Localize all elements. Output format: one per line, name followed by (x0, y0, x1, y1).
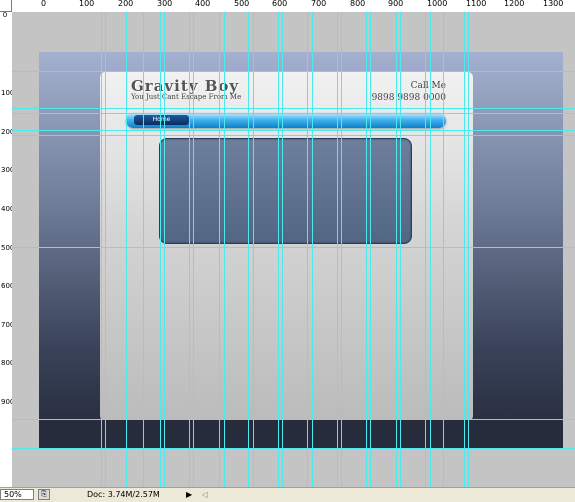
page-icon: ⎘ (41, 490, 47, 498)
guide-line[interactable] (12, 448, 575, 449)
guide-line[interactable] (443, 12, 444, 487)
ruler-label: 400 (195, 0, 211, 8)
guide-line[interactable] (366, 12, 367, 487)
ruler-label: 0 (2, 12, 8, 19)
guide-line[interactable] (105, 12, 106, 487)
guide-line[interactable] (160, 12, 161, 487)
zoom-field[interactable]: 50% (0, 489, 34, 500)
guide-line[interactable] (12, 130, 575, 131)
ruler-label: 1100 (466, 0, 487, 8)
ruler-label: 1000 (427, 0, 448, 8)
ruler-label: 1300 (543, 0, 564, 8)
call-label: Call Me (410, 81, 446, 91)
ruler-label: 500 (234, 0, 250, 8)
guide-line[interactable] (12, 113, 575, 114)
guide-line[interactable] (425, 12, 426, 487)
ruler-label: 100 (79, 0, 95, 8)
document-artboard[interactable]: Gravity Boy You Just Cant Escape From Me… (39, 52, 563, 449)
guide-line[interactable] (101, 12, 102, 487)
guide-line[interactable] (12, 135, 575, 136)
ruler-label: 700 (1, 321, 12, 329)
guide-line[interactable] (248, 12, 249, 487)
ruler-label: 1200 (504, 0, 525, 8)
ruler-origin[interactable] (0, 0, 12, 12)
guide-line[interactable] (370, 12, 371, 487)
guide-line[interactable] (341, 12, 342, 487)
guide-line[interactable] (396, 12, 397, 487)
page-footer (39, 420, 563, 449)
guide-line[interactable] (126, 12, 127, 487)
guide-line[interactable] (253, 12, 254, 487)
canvas-area[interactable]: Gravity Boy You Just Cant Escape From Me… (12, 12, 575, 487)
guide-line[interactable] (12, 71, 575, 72)
ruler-label: 500 (1, 244, 12, 252)
guide-line[interactable] (189, 12, 190, 487)
guide-line[interactable] (12, 108, 575, 109)
ruler-label: 300 (1, 166, 12, 174)
guide-line[interactable] (400, 12, 401, 487)
guide-line[interactable] (12, 419, 575, 420)
guide-line[interactable] (278, 12, 279, 487)
navigator-button[interactable]: ⎘ (38, 489, 50, 500)
scroll-left-arrow[interactable]: ◁ (200, 490, 210, 500)
guide-line[interactable] (468, 12, 469, 487)
guide-line[interactable] (430, 12, 431, 487)
ruler-label: 300 (157, 0, 173, 8)
doc-size-info: Doc: 3.74M/2.57M (87, 490, 160, 499)
guide-line[interactable] (193, 12, 194, 487)
image-slider-placeholder (159, 138, 412, 244)
ruler-label: 200 (1, 128, 12, 136)
guide-line[interactable] (219, 12, 220, 487)
ruler-label: 900 (1, 398, 12, 406)
ruler-label: 800 (350, 0, 366, 8)
ruler-label: 0 (41, 0, 47, 8)
guide-line[interactable] (12, 247, 575, 248)
nav-bar: Home (126, 113, 446, 128)
ruler-label: 600 (272, 0, 288, 8)
guide-line[interactable] (312, 12, 313, 487)
ruler-label: 800 (1, 359, 12, 367)
guide-line[interactable] (282, 12, 283, 487)
guide-line[interactable] (464, 12, 465, 487)
ruler-label: 900 (388, 0, 404, 8)
ruler-label: 200 (118, 0, 134, 8)
ruler-label: 100 (1, 89, 12, 97)
ruler-label: 700 (311, 0, 327, 8)
guide-line[interactable] (307, 12, 308, 487)
guide-line[interactable] (224, 12, 225, 487)
guide-line[interactable] (143, 12, 144, 487)
phone-number: 9898 9898 0000 (371, 93, 446, 103)
status-menu-arrow[interactable]: ▶ (186, 490, 192, 500)
ruler-label: 400 (1, 205, 12, 213)
guide-line[interactable] (337, 12, 338, 487)
status-bar: 50% ⎘ Doc: 3.74M/2.57M ▶ ◁ (0, 487, 575, 502)
ruler-label: 600 (1, 282, 12, 290)
guide-line[interactable] (164, 12, 165, 487)
